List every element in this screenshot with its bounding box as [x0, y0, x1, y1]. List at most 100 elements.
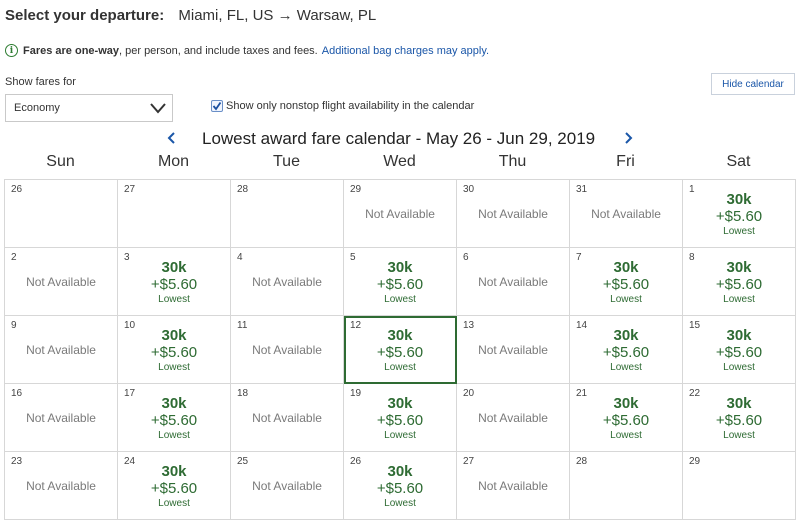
calendar-day-cell: 30 Not Available — [457, 180, 570, 248]
day-number: 30 — [463, 184, 475, 195]
nonstop-checkbox[interactable] — [211, 100, 223, 112]
hide-calendar-button[interactable]: Hide calendar — [711, 73, 795, 95]
fare-miles: 30k — [613, 259, 639, 276]
fare-tax: +$5.60 — [376, 344, 424, 361]
weekday-thu: Thu — [498, 153, 527, 170]
nonstop-option[interactable]: Show only nonstop flight availability in… — [211, 100, 474, 112]
fare-info: 30k +$5.60 Lowest — [118, 463, 230, 510]
fare-tax: +$5.60 — [150, 412, 198, 429]
day-number: 26 — [11, 184, 23, 195]
calendar-day-cell: 27 Not Available — [457, 452, 570, 520]
lowest-tag: Lowest — [158, 430, 190, 441]
fare-miles: 30k — [161, 259, 187, 276]
calendar-day-cell[interactable]: 26 30k +$5.60 Lowest — [344, 452, 457, 520]
fare-tax: +$5.60 — [150, 344, 198, 361]
departure-label: Select your departure: — [5, 7, 165, 24]
fare-tax: +$5.60 — [715, 208, 763, 225]
chevron-down-icon — [150, 103, 166, 114]
fare-miles: 30k — [161, 395, 187, 412]
calendar-day-cell: 25 Not Available — [231, 452, 344, 520]
notice-text: , per person, and include taxes and fees… — [119, 44, 318, 57]
nonstop-label: Show only nonstop flight availability in… — [226, 100, 475, 112]
lowest-tag: Lowest — [158, 294, 190, 305]
not-available-text: Not Available — [252, 479, 322, 493]
calendar-grid: 26 27 28 29 Not Available 30 Not Available 31 No… — [4, 179, 796, 520]
calendar-day-cell: 11 Not Available — [231, 316, 344, 384]
day-number: 28 — [237, 184, 249, 195]
not-available-text: Not Available — [252, 411, 322, 425]
lowest-tag: Lowest — [158, 362, 190, 373]
lowest-tag: Lowest — [158, 498, 190, 509]
calendar-day-cell[interactable]: 15 30k +$5.60 Lowest — [683, 316, 796, 384]
fare-tax: +$5.60 — [150, 276, 198, 293]
day-number: 2 — [11, 252, 17, 263]
not-available-text: Not Available — [26, 275, 96, 289]
calendar-day-cell[interactable]: 17 30k +$5.60 Lowest — [118, 384, 231, 452]
fare-info: 30k +$5.60 Lowest — [344, 327, 456, 374]
bag-charges-link[interactable]: Additional bag charges may apply. — [322, 45, 489, 57]
calendar-day-cell[interactable]: 21 30k +$5.60 Lowest — [570, 384, 683, 452]
calendar-day-cell[interactable]: 1 30k +$5.60 Lowest — [683, 180, 796, 248]
calendar-day-cell[interactable]: 8 30k +$5.60 Lowest — [683, 248, 796, 316]
fare-miles: 30k — [387, 259, 413, 276]
not-available-text: Not Available — [478, 275, 548, 289]
calendar-day-cell[interactable]: 14 30k +$5.60 Lowest — [570, 316, 683, 384]
calendar-day-cell[interactable]: 5 30k +$5.60 Lowest — [344, 248, 457, 316]
fare-info: 30k +$5.60 Lowest — [683, 327, 795, 374]
calendar-day-cell: 28 — [570, 452, 683, 520]
calendar-day-cell: 18 Not Available — [231, 384, 344, 452]
fare-miles: 30k — [387, 327, 413, 344]
info-icon: i — [5, 44, 18, 57]
calendar-day-cell[interactable]: 22 30k +$5.60 Lowest — [683, 384, 796, 452]
fare-tax: +$5.60 — [376, 276, 424, 293]
calendar-day-cell: 4 Not Available — [231, 248, 344, 316]
day-number: 11 — [237, 320, 248, 331]
not-available-text: Not Available — [365, 207, 435, 221]
lowest-tag: Lowest — [384, 294, 416, 305]
fare-miles: 30k — [726, 259, 752, 276]
day-number: 29 — [689, 456, 701, 467]
calendar-day-cell: 16 Not Available — [5, 384, 118, 452]
not-available-text: Not Available — [478, 207, 548, 221]
route-text: Miami, FL, US → Warsaw, PL — [178, 7, 377, 24]
calendar-day-cell: 29 — [683, 452, 796, 520]
fare-tax: +$5.60 — [602, 412, 650, 429]
fare-miles: 30k — [387, 395, 413, 412]
weekday-tue: Tue — [273, 153, 300, 170]
fare-info: 30k +$5.60 Lowest — [344, 395, 456, 442]
calendar-day-cell[interactable]: 12 30k +$5.60 Lowest — [344, 316, 457, 384]
lowest-tag: Lowest — [384, 498, 416, 509]
fare-miles: 30k — [161, 327, 187, 344]
weekday-sun: Sun — [46, 153, 75, 170]
chevron-right-icon[interactable] — [622, 131, 634, 145]
calendar-day-cell[interactable]: 10 30k +$5.60 Lowest — [118, 316, 231, 384]
fare-tax: +$5.60 — [376, 412, 424, 429]
fare-miles: 30k — [613, 395, 639, 412]
cabin-select[interactable]: Economy — [5, 94, 173, 122]
day-number: 13 — [463, 320, 475, 331]
fare-tax: +$5.60 — [150, 480, 198, 497]
not-available-text: Not Available — [478, 411, 548, 425]
show-fares-label: Show fares for — [5, 76, 76, 88]
day-number: 20 — [463, 388, 475, 399]
calendar-day-cell[interactable]: 19 30k +$5.60 Lowest — [344, 384, 457, 452]
calendar-day-cell: 2 Not Available — [5, 248, 118, 316]
chevron-left-icon[interactable] — [166, 131, 178, 145]
fare-tax: +$5.60 — [602, 344, 650, 361]
calendar-day-cell: 27 — [118, 180, 231, 248]
calendar-day-cell: 6 Not Available — [457, 248, 570, 316]
fare-info: 30k +$5.60 Lowest — [570, 327, 682, 374]
calendar-day-cell[interactable]: 7 30k +$5.60 Lowest — [570, 248, 683, 316]
weekday-fri: Fri — [616, 153, 635, 170]
fare-info: 30k +$5.60 Lowest — [683, 395, 795, 442]
not-available-text: Not Available — [478, 479, 548, 493]
day-number: 25 — [237, 456, 249, 467]
calendar-day-cell[interactable]: 24 30k +$5.60 Lowest — [118, 452, 231, 520]
day-number: 31 — [576, 184, 588, 195]
departure-header: Select your departure: Miami, FL, US → W… — [5, 7, 376, 24]
day-number: 18 — [237, 388, 249, 399]
day-number: 27 — [124, 184, 136, 195]
calendar-day-cell[interactable]: 3 30k +$5.60 Lowest — [118, 248, 231, 316]
calendar-day-cell: 9 Not Available — [5, 316, 118, 384]
fare-info: 30k +$5.60 Lowest — [570, 395, 682, 442]
